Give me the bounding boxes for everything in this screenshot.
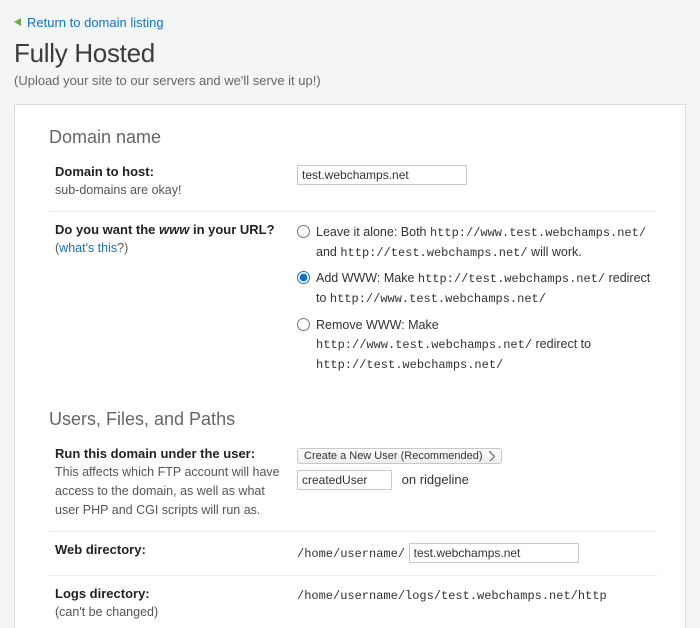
page-container: Return to domain listing Fully Hosted (U… (0, 0, 700, 628)
domain-section-title: Domain name (49, 127, 657, 148)
return-link-label: Return to domain listing (27, 15, 164, 30)
web-directory-label: Web directory: (55, 542, 287, 557)
run-user-label: Run this domain under the user: (55, 446, 287, 461)
run-user-row: Run this domain under the user: This aff… (49, 440, 657, 525)
page-subtitle: (Upload your site to our servers and we'… (14, 73, 686, 88)
www-leave-radio[interactable] (297, 225, 310, 238)
new-user-input[interactable] (297, 470, 392, 490)
web-directory-prefix: /home/username/ (297, 547, 405, 561)
logs-directory-row: Logs directory: (can't be changed) /home… (49, 575, 657, 628)
logs-directory-value: /home/username/logs/test.webchamps.net/h… (297, 589, 607, 603)
web-directory-input[interactable] (409, 543, 579, 563)
web-directory-row: Web directory: /home/username/ (49, 531, 657, 569)
domain-to-host-row: Domain to host: sub-domains are okay! (49, 158, 657, 206)
return-to-listing-link[interactable]: Return to domain listing (14, 15, 164, 30)
page-title: Fully Hosted (14, 38, 686, 69)
logs-directory-label: Logs directory: (55, 586, 287, 601)
users-section-title: Users, Files, and Paths (49, 409, 657, 430)
www-add-radio[interactable] (297, 271, 310, 284)
www-option-row: Do you want the www in your URL? (what's… (49, 211, 657, 387)
run-user-hint: This affects which FTP account will have… (55, 465, 280, 517)
settings-panel: Domain name Domain to host: sub-domains … (14, 104, 686, 628)
domain-to-host-label: Domain to host: (55, 164, 287, 179)
domain-name-section: Domain name Domain to host: sub-domains … (49, 127, 657, 388)
www-leave-option[interactable]: Leave it alone: Both http://www.test.web… (297, 223, 657, 262)
arrow-left-icon (14, 18, 21, 26)
server-name: ridgeline (420, 472, 469, 487)
whats-this-link[interactable]: what's this (59, 241, 117, 255)
whats-this-hint: (what's this?) (55, 241, 128, 255)
logs-directory-hint: (can't be changed) (55, 605, 158, 619)
www-remove-radio[interactable] (297, 318, 310, 331)
www-add-option[interactable]: Add WWW: Make http://test.webchamps.net/… (297, 269, 657, 308)
www-question-label: Do you want the www in your URL? (55, 222, 287, 237)
domain-to-host-input[interactable] (297, 165, 467, 185)
domain-to-host-hint: sub-domains are okay! (55, 183, 181, 197)
run-user-select[interactable]: Create a New User (Recommended) (297, 448, 502, 464)
www-remove-option[interactable]: Remove WWW: Make http://www.test.webcham… (297, 316, 657, 375)
users-files-paths-section: Users, Files, and Paths Run this domain … (49, 409, 657, 628)
